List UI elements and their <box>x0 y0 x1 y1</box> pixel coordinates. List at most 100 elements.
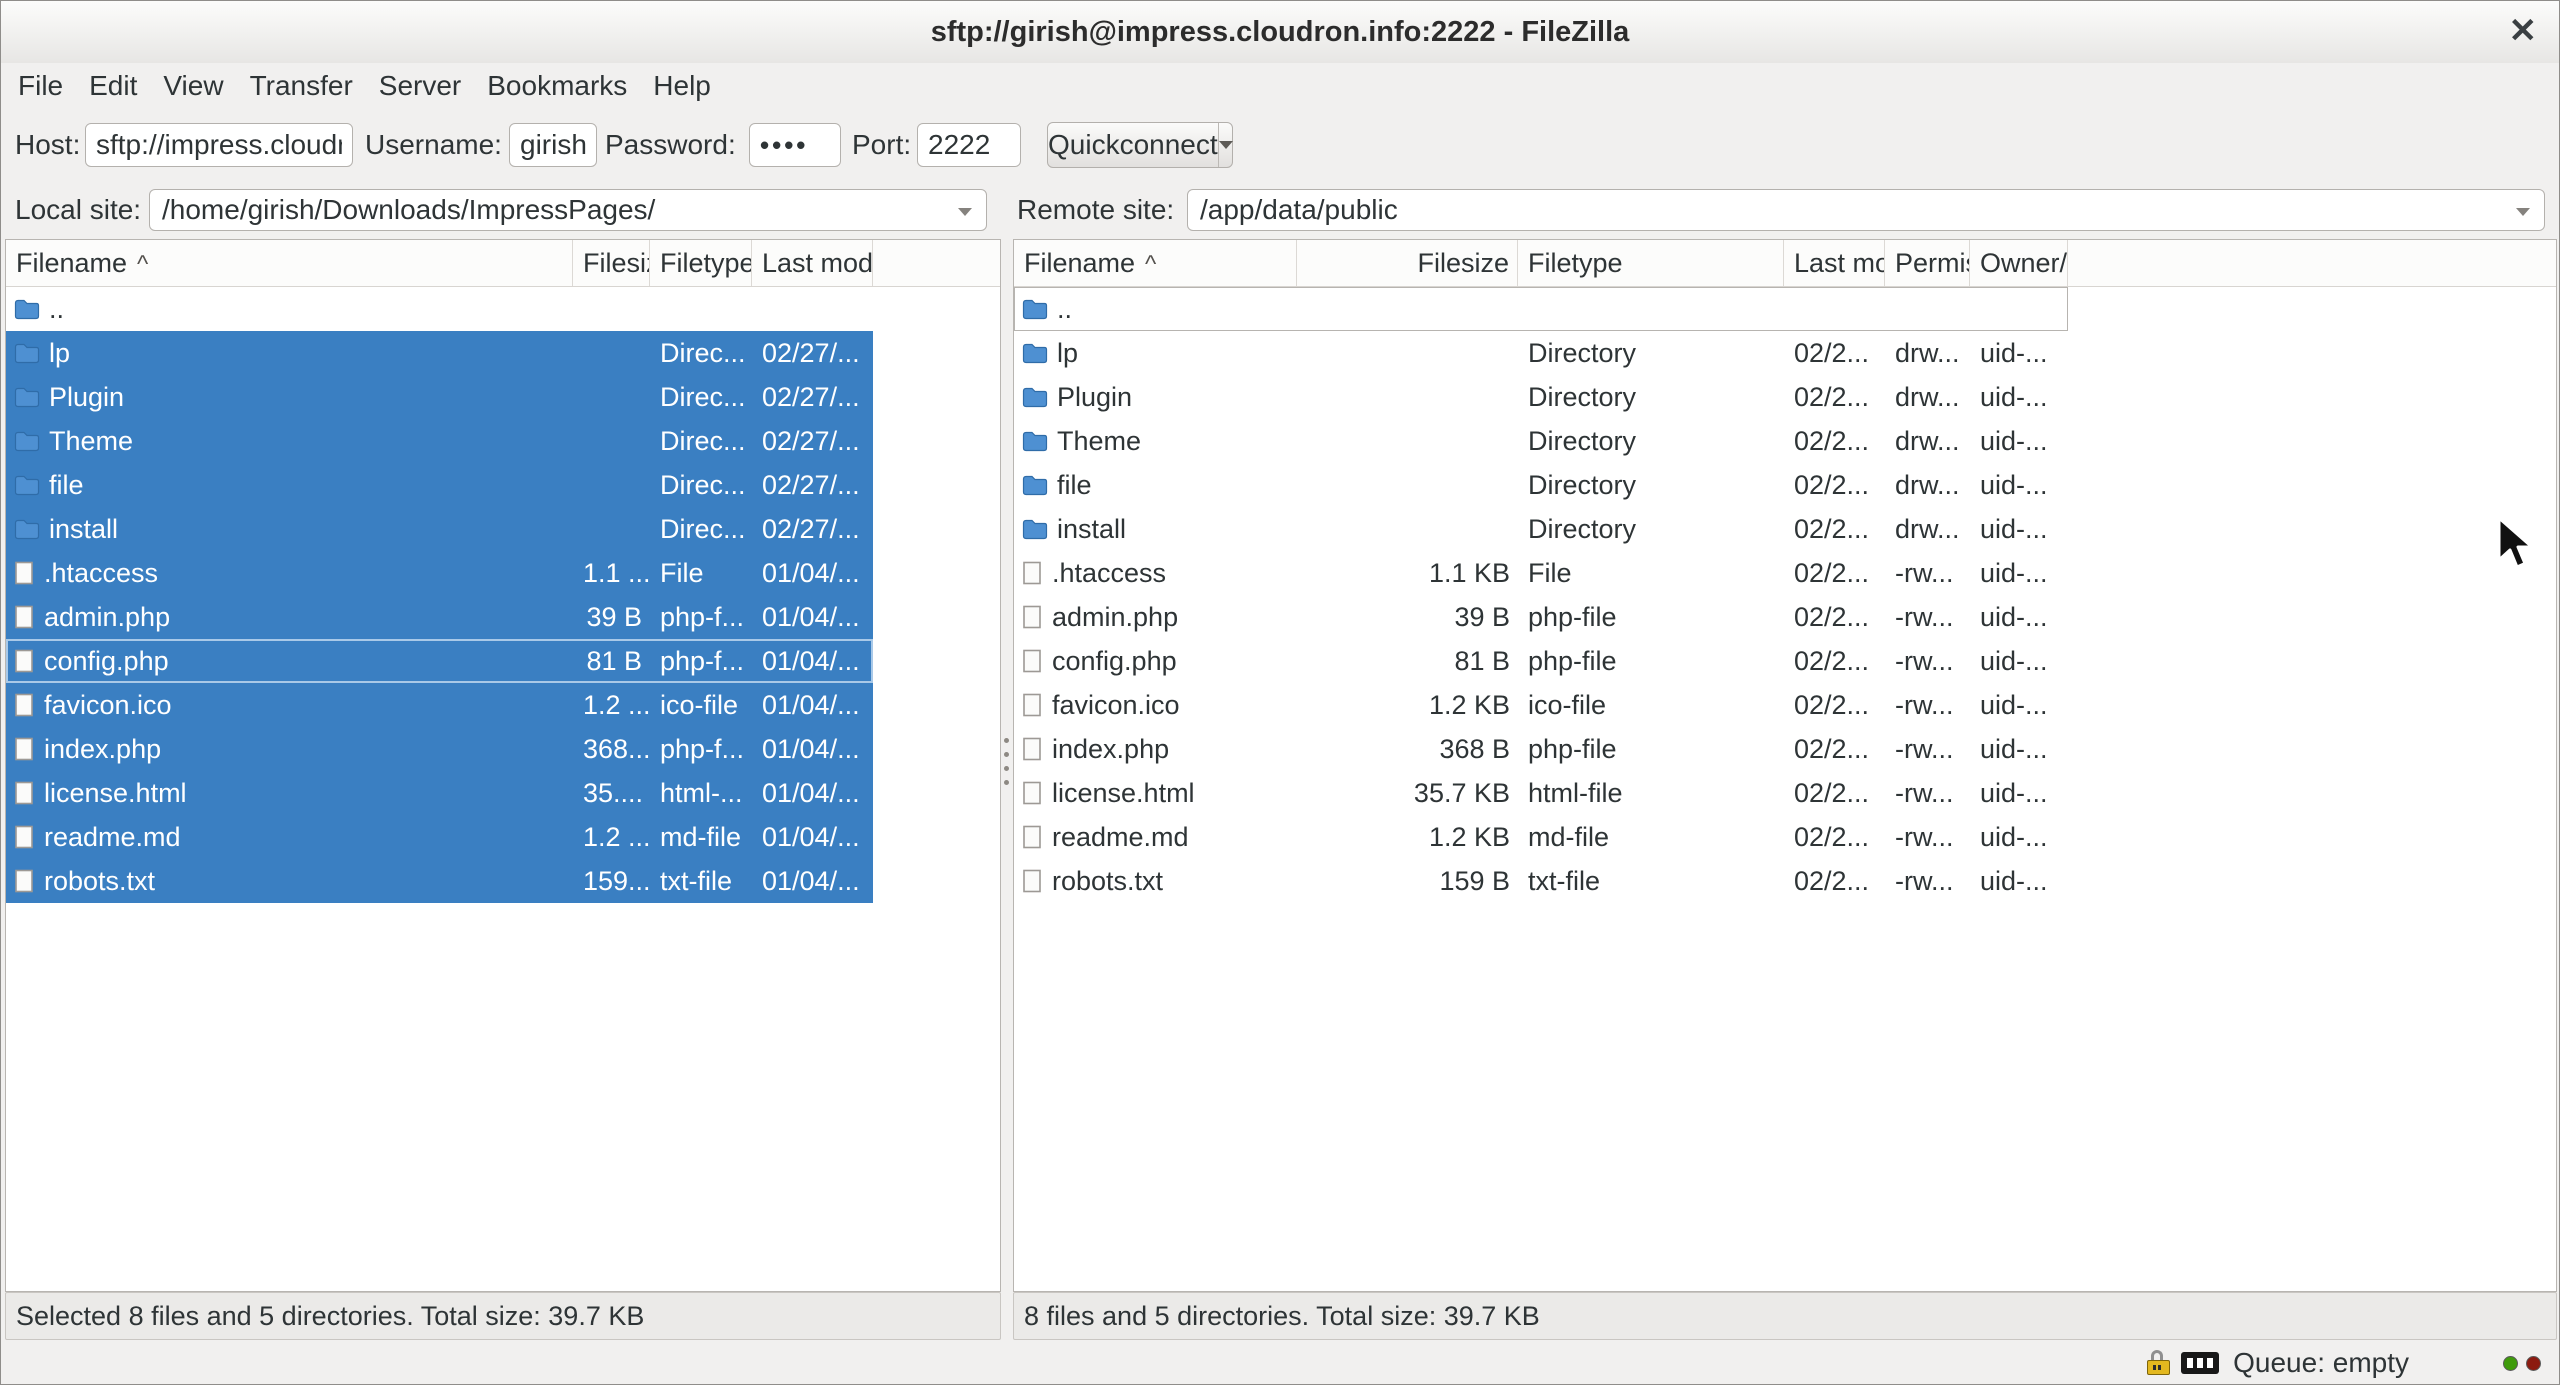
filetype-cell: md-file <box>1528 822 1610 852</box>
menu-view[interactable]: View <box>150 70 236 102</box>
quickconnect-bar: Host: Username: Password: •••• Port: Qui… <box>1 109 2559 181</box>
port-input[interactable] <box>917 123 1021 167</box>
filesize-cell <box>1297 331 1518 375</box>
file-row[interactable]: license.html 35.7 KB html-file 02/2... -rw..… <box>1014 771 2068 815</box>
modified-cell: 02/2... <box>1794 778 1870 808</box>
permissions-cell: -rw... <box>1895 778 1954 808</box>
file-row[interactable]: file Directory 02/2... drw... uid-... <box>1014 463 2068 507</box>
filename-cell: license.html <box>1014 771 1297 815</box>
file-row[interactable]: favicon.ico 1.2 ... ico-file 01/04/... <box>6 683 873 727</box>
filetype-cell: php-file <box>1528 734 1617 764</box>
username-input[interactable] <box>509 123 597 167</box>
menu-bookmarks[interactable]: Bookmarks <box>474 70 640 102</box>
filesize-cell <box>1297 507 1518 551</box>
remote-site-combo[interactable]: /app/data/public <box>1187 189 2545 231</box>
filesize-cell: 81 B <box>586 646 642 676</box>
file-row[interactable]: admin.php 39 B php-f... 01/04/... <box>6 595 873 639</box>
column-header-filesize[interactable]: Filesize <box>1297 240 1518 286</box>
file-row[interactable]: .. <box>6 287 873 331</box>
modified-cell: 02/2... <box>1794 866 1870 896</box>
file-row[interactable]: index.php 368 B php-file 02/2... -rw... uid-.… <box>1014 727 2068 771</box>
modified-cell: 02/2... <box>1794 734 1870 764</box>
file-row[interactable]: .htaccess 1.1 ... File 01/04/... <box>6 551 873 595</box>
menu-help[interactable]: Help <box>640 70 724 102</box>
filesize-cell: 39 B <box>1454 602 1510 632</box>
folder-icon <box>1022 519 1048 540</box>
column-header-filetype[interactable]: Filetype <box>650 240 752 286</box>
modified-cell: 02/27/... <box>762 470 860 500</box>
file-icon <box>15 605 33 629</box>
file-row[interactable]: Plugin Directory 02/2... drw... uid-... <box>1014 375 2068 419</box>
host-input[interactable] <box>85 123 353 167</box>
file-row[interactable]: Theme Directory 02/2... drw... uid-... <box>1014 419 2068 463</box>
pane-splitter[interactable] <box>1001 239 1013 1292</box>
password-label: Password: <box>605 129 736 160</box>
folder-icon <box>14 299 40 320</box>
filetype-cell: File <box>660 558 704 588</box>
close-icon[interactable]: ✕ <box>2509 1 2538 63</box>
modified-cell: 02/2... <box>1794 514 1870 544</box>
file-row[interactable]: install Directory 02/2... drw... uid-... <box>1014 507 2068 551</box>
modified-cell: 02/2... <box>1794 382 1870 412</box>
filename-cell: .htaccess <box>6 551 573 595</box>
file-name: config.php <box>1052 646 1177 676</box>
filetype-cell: Directory <box>1528 382 1637 412</box>
main-area: Filename ^ Filesize Filetype Last modifie… <box>5 239 2557 1292</box>
file-row[interactable]: readme.md 1.2 KB md-file 02/2... -rw... uid-.… <box>1014 815 2068 859</box>
file-name: .htaccess <box>44 558 159 588</box>
filesize-cell: 368... <box>583 734 650 764</box>
column-header-modified[interactable]: Last modified <box>752 240 873 286</box>
menu-file[interactable]: File <box>5 70 76 102</box>
modified-cell <box>1784 287 1885 331</box>
host-label: Host: <box>15 129 81 160</box>
filetype-cell: Directory <box>1528 514 1637 544</box>
file-row[interactable]: lp Directory 02/2... drw... uid-... <box>1014 331 2068 375</box>
menu-server[interactable]: Server <box>366 70 474 102</box>
filename-cell: robots.txt <box>6 859 573 903</box>
column-header-filesize[interactable]: Filesize <box>573 240 650 286</box>
file-row[interactable]: config.php 81 B php-f... 01/04/... <box>6 639 873 683</box>
column-header-permissions[interactable]: Permissions <box>1885 240 1970 286</box>
column-header-filetype[interactable]: Filetype <box>1518 240 1784 286</box>
owner-cell: uid-... <box>1980 690 2048 720</box>
file-row[interactable]: license.html 35.... html-... 01/04/... <box>6 771 873 815</box>
owner-cell: uid-... <box>1980 646 2048 676</box>
filetype-cell <box>650 287 752 331</box>
file-name: install <box>1057 514 1127 544</box>
file-row[interactable]: readme.md 1.2 ... md-file 01/04/... <box>6 815 873 859</box>
file-row[interactable]: index.php 368... php-f... 01/04/... <box>6 727 873 771</box>
led-green-icon <box>2503 1355 2518 1371</box>
modified-cell: 01/04/... <box>762 690 860 720</box>
file-row[interactable]: robots.txt 159... txt-file 01/04/... <box>6 859 873 903</box>
column-header-filename[interactable]: Filename ^ <box>6 240 573 286</box>
file-row[interactable]: Plugin Direc... 02/27/... <box>6 375 873 419</box>
file-row[interactable]: config.php 81 B php-file 02/2... -rw... uid-.… <box>1014 639 2068 683</box>
filetype-cell: txt-file <box>660 866 733 896</box>
menu-edit[interactable]: Edit <box>76 70 150 102</box>
local-site-combo[interactable]: /home/girish/Downloads/ImpressPages/ <box>149 189 987 231</box>
file-row[interactable]: install Direc... 02/27/... <box>6 507 873 551</box>
menu-transfer[interactable]: Transfer <box>237 70 366 102</box>
column-header-filename[interactable]: Filename ^ <box>1014 240 1297 286</box>
file-row[interactable]: lp Direc... 02/27/... <box>6 331 873 375</box>
owner-cell: uid-... <box>1980 558 2048 588</box>
file-row[interactable]: file Direc... 02/27/... <box>6 463 873 507</box>
column-header-owner[interactable]: Owner/Group <box>1970 240 2068 286</box>
file-row[interactable]: admin.php 39 B php-file 02/2... -rw... uid-..… <box>1014 595 2068 639</box>
local-column-headers: Filename ^ Filesize Filetype Last modifie… <box>6 240 1000 287</box>
column-header-modified[interactable]: Last modified <box>1784 240 1885 286</box>
owner-cell: uid-... <box>1980 778 2048 808</box>
file-row[interactable]: .. <box>1014 287 2068 331</box>
quickconnect-dropdown[interactable] <box>1217 123 1233 167</box>
filesize-cell: 159 B <box>1439 866 1510 896</box>
file-row[interactable]: robots.txt 159 B txt-file 02/2... -rw... uid-… <box>1014 859 2068 903</box>
quickconnect-button[interactable]: Quickconnect <box>1047 122 1233 168</box>
permissions-cell: drw... <box>1895 514 1960 544</box>
filetype-cell: md-file <box>660 822 742 852</box>
file-row[interactable]: favicon.ico 1.2 KB ico-file 02/2... -rw... ui… <box>1014 683 2068 727</box>
file-row[interactable]: Theme Direc... 02/27/... <box>6 419 873 463</box>
owner-cell <box>1970 287 2068 331</box>
password-input[interactable]: •••• <box>749 123 841 167</box>
file-row[interactable]: .htaccess 1.1 KB File 02/2... -rw... uid-... <box>1014 551 2068 595</box>
file-name: file <box>49 470 84 500</box>
